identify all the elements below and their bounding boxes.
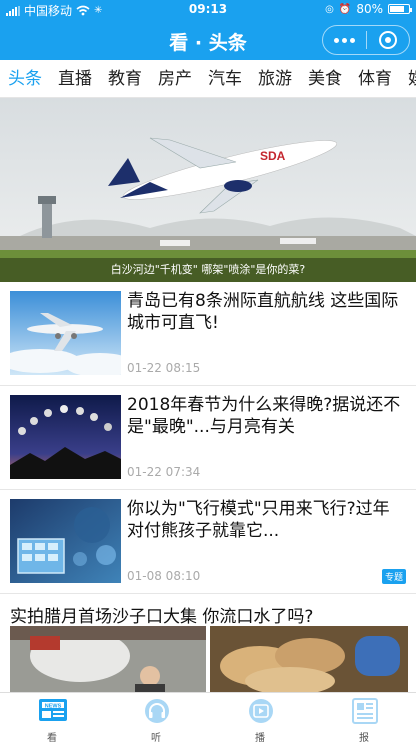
news-headline: 青岛已有8条洲际直航航线 这些国际城市可直飞! [127,291,399,333]
hero-caption: 白沙河边"千机变" 哪架"喷涂"是你的菜? [0,258,416,282]
newspaper-icon [352,698,378,724]
tab-travel[interactable]: 旅游 [250,60,300,97]
tab-food[interactable]: 美食 [300,60,350,97]
news-item[interactable]: 2018年春节为什么来得晚?据说还不是"最晚"...与月亮有关 01-22 07… [0,386,416,490]
market-photos-image [10,626,408,695]
news-time: 01-22 08:15 [127,361,201,375]
headphones-icon [145,699,169,723]
mini-program-capsule [322,25,410,55]
feature-images[interactable] [10,626,408,695]
play-icon [249,699,273,723]
category-tabs: 头条直播教育房产汽车旅游美食体育娱 [0,60,416,98]
tabbar-label: 报 [359,733,369,744]
news-thumbnail [10,499,121,583]
airplane-thumbnail-image [10,291,121,375]
news-headline: 你以为"飞行模式"只用来飞行?过年对付熊孩子就靠它... [127,499,390,541]
news-thumbnail [10,395,121,479]
navigation-bar: 看 · 头条 [0,20,416,60]
tab-real-estate[interactable]: 房产 [150,60,200,97]
close-mini-program-button[interactable] [367,26,410,54]
news-thumbnail [10,291,121,375]
news-item[interactable]: 青岛已有8条洲际直航航线 这些国际城市可直飞! 01-22 08:15 [0,282,416,386]
more-button[interactable] [323,26,366,54]
more-dots-icon [333,37,355,43]
close-target-icon [378,31,397,49]
tabbar-item-paper[interactable]: 报 [312,693,416,744]
tab-headlines[interactable]: 头条 [0,60,50,97]
hero-banner[interactable]: SDA 白沙河边"千机变" 哪架"喷涂"是你的菜? [0,98,416,282]
tabbar-item-listen[interactable]: 听 [104,693,208,744]
lock-rotation-icon: ◎ [325,3,334,15]
news-time: 01-08 08:10 [127,569,201,583]
tab-education[interactable]: 教育 [100,60,150,97]
bottom-tab-bar: NEWS 看 听 播 报 [0,692,416,744]
tabbar-item-watch[interactable]: NEWS 看 [0,693,104,744]
alarm-icon: ⏰ [338,3,352,15]
svg-text:SDA: SDA [260,149,286,163]
tabbar-item-broadcast[interactable]: 播 [208,693,312,744]
tab-entertainment[interactable]: 娱 [400,60,416,97]
tab-live[interactable]: 直播 [50,60,100,97]
news-time: 01-22 07:34 [127,465,201,479]
battery-icon [388,4,412,14]
tablet-thumbnail-image [10,499,121,583]
tab-auto[interactable]: 汽车 [200,60,250,97]
topic-badge: 专题 [381,569,406,584]
news-item[interactable]: 你以为"飞行模式"只用来飞行?过年对付熊孩子就靠它... 01-08 08:10… [0,490,416,594]
battery-fill [390,6,405,12]
tab-sports[interactable]: 体育 [350,60,400,97]
feature-headline[interactable]: 实拍腊月首场沙子口大集 你流口水了吗? [10,602,313,627]
news-headline: 2018年春节为什么来得晚?据说还不是"最晚"...与月亮有关 [127,395,401,437]
tabbar-label: 看 [47,733,57,744]
tabbar-label: 播 [255,733,265,744]
moon-phases-thumbnail-image [10,395,121,479]
svg-text:NEWS: NEWS [45,704,62,710]
hero-airplane-image: SDA [0,98,416,282]
status-bar: 中国移动 ✳ 09:13 ◎ ⏰ 80% [0,0,416,20]
tabbar-label: 听 [151,733,161,744]
news-icon: NEWS [39,699,67,721]
battery-percent: 80% [356,2,383,16]
